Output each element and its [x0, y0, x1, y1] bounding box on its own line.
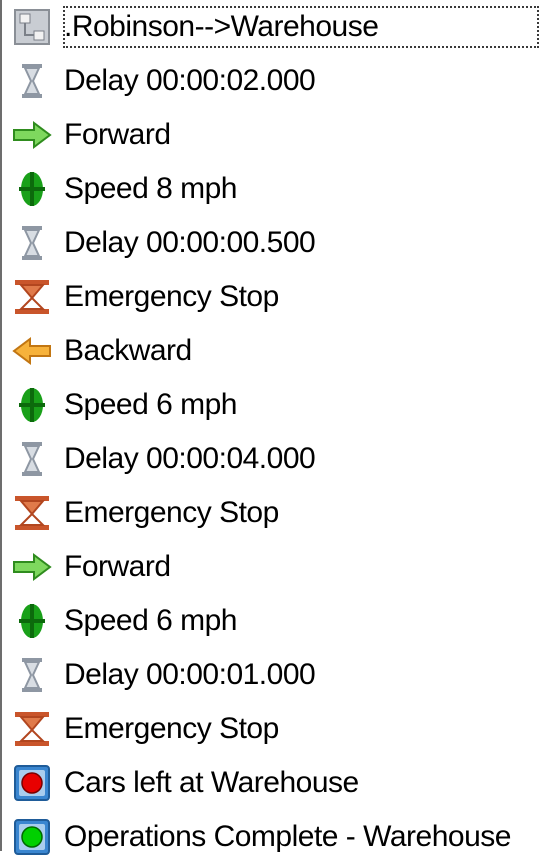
tree-item-label: Forward	[64, 550, 171, 583]
tree-item-delay[interactable]: Delay 00:00:01.000	[2, 648, 553, 702]
tree-item-backward[interactable]: Backward	[2, 324, 553, 378]
emergency-stop-icon	[12, 277, 52, 317]
speed-icon	[12, 385, 52, 425]
forward-arrow-icon	[12, 547, 52, 587]
tree-item-cars-left[interactable]: Cars left at Warehouse	[2, 756, 553, 810]
tree-item-label: Speed 6 mph	[64, 604, 237, 637]
backward-arrow-icon	[12, 331, 52, 371]
tree-item-emergency-stop[interactable]: Emergency Stop	[2, 486, 553, 540]
emergency-stop-icon	[12, 709, 52, 749]
hourglass-icon	[12, 223, 52, 263]
tree-item-label: Delay 00:00:01.000	[64, 658, 316, 691]
tree-item-forward[interactable]: Forward	[2, 108, 553, 162]
tree-item-label: Speed 6 mph	[64, 388, 237, 421]
speed-icon	[12, 601, 52, 641]
emergency-stop-icon	[12, 493, 52, 533]
hourglass-icon	[12, 439, 52, 479]
tree-item-delay[interactable]: Delay 00:00:00.500	[2, 216, 553, 270]
tree-item-speed[interactable]: Speed 6 mph	[2, 378, 553, 432]
hourglass-icon	[12, 655, 52, 695]
tree-item-emergency-stop[interactable]: Emergency Stop	[2, 270, 553, 324]
tree-item-speed[interactable]: Speed 6 mph	[2, 594, 553, 648]
red-status-icon	[12, 763, 52, 803]
hourglass-icon	[12, 61, 52, 101]
tree-item-label: Emergency Stop	[64, 712, 279, 745]
green-status-icon	[12, 817, 52, 857]
tree-item-label: Cars left at Warehouse	[64, 766, 359, 799]
tree-item-label: Delay 00:00:02.000	[64, 64, 316, 97]
tree-item-label: Emergency Stop	[64, 280, 279, 313]
tree-item-label: Backward	[64, 334, 192, 367]
tree-item-label: Forward	[64, 118, 171, 151]
route-icon	[12, 7, 52, 47]
sequence-tree: .Robinson-->Warehouse Delay 00:00:02.000…	[0, 0, 553, 855]
tree-item-label: Operations Complete - Warehouse	[64, 820, 511, 853]
tree-item-label: Delay 00:00:04.000	[64, 442, 316, 475]
forward-arrow-icon	[12, 115, 52, 155]
tree-item-operations-complete[interactable]: Operations Complete - Warehouse	[2, 810, 553, 864]
tree-item-route[interactable]: .Robinson-->Warehouse	[2, 0, 553, 54]
tree-item-label: Emergency Stop	[64, 496, 279, 529]
tree-item-delay[interactable]: Delay 00:00:04.000	[2, 432, 553, 486]
speed-icon	[12, 169, 52, 209]
tree-item-delay[interactable]: Delay 00:00:02.000	[2, 54, 553, 108]
tree-item-speed[interactable]: Speed 8 mph	[2, 162, 553, 216]
tree-item-label: Delay 00:00:00.500	[64, 226, 316, 259]
tree-item-emergency-stop[interactable]: Emergency Stop	[2, 702, 553, 756]
tree-item-label: .Robinson-->Warehouse	[62, 6, 540, 48]
tree-item-label: Speed 8 mph	[64, 172, 237, 205]
tree-item-forward[interactable]: Forward	[2, 540, 553, 594]
